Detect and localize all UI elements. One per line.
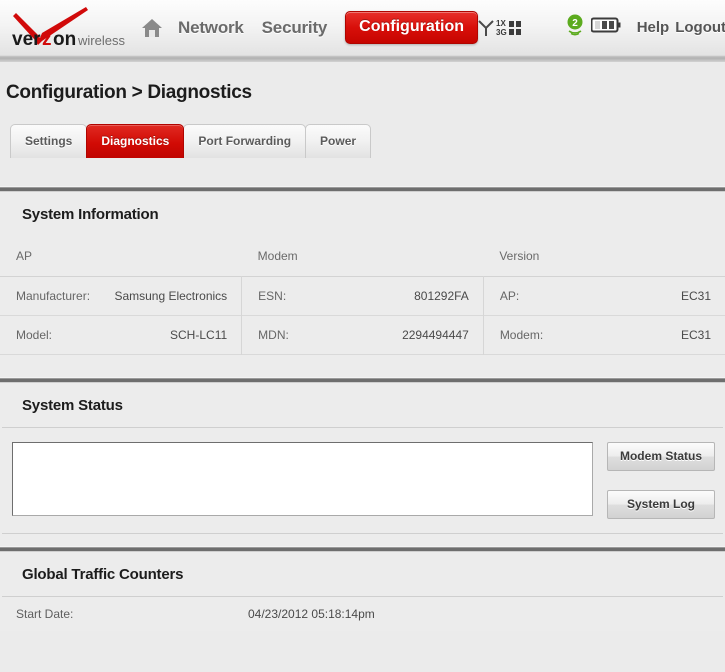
value-mdn: 2294494447 bbox=[402, 328, 469, 342]
global-traffic-counters-panel: Global Traffic Counters Start Date: 04/2… bbox=[0, 552, 725, 631]
column-header-modem: Modem bbox=[257, 249, 298, 263]
cell-ap-model: Model: SCH-LC11 bbox=[0, 315, 243, 355]
svg-text:ver: ver bbox=[12, 29, 41, 50]
value-model: SCH-LC11 bbox=[170, 328, 228, 342]
signal-strength-icon: 1X 3G bbox=[478, 19, 523, 37]
label-version-modem: Modem: bbox=[499, 328, 544, 342]
cell-version-ap: AP: EC31 bbox=[483, 277, 725, 316]
system-status-panel: System Status Modem Status System Log bbox=[0, 383, 725, 546]
logout-link[interactable]: Logout bbox=[675, 19, 725, 36]
battery-icon bbox=[590, 17, 621, 39]
value-version-ap: EC31 bbox=[680, 289, 711, 303]
nav-item-network[interactable]: Network bbox=[178, 18, 244, 38]
nav-item-security[interactable]: Security bbox=[262, 18, 328, 38]
value-version-modem: EC31 bbox=[680, 328, 711, 342]
nav-item-configuration[interactable]: Configuration bbox=[345, 11, 479, 44]
value-start-date: 04/23/2012 05:18:14pm bbox=[248, 607, 375, 621]
app-header: ver z on wireless Network Security Confi… bbox=[0, 0, 725, 55]
column-header-version: Version bbox=[499, 249, 540, 263]
label-mdn: MDN: bbox=[258, 328, 289, 342]
network-mode-labels: 1X 3G bbox=[496, 18, 507, 37]
page-header-area: Configuration > Diagnostics Settings Dia… bbox=[0, 62, 725, 186]
table-row: Manufacturer: Samsung Electronics ESN: 8… bbox=[0, 276, 725, 316]
system-information-table: AP Modem Version Manufacturer: Samsung E… bbox=[0, 236, 725, 355]
value-manufacturer: Samsung Electronics bbox=[114, 289, 228, 303]
cell-version-modem: Modem: EC31 bbox=[483, 316, 725, 355]
system-information-title: System Information bbox=[22, 206, 159, 223]
svg-text:z: z bbox=[42, 29, 52, 50]
main-navigation: Network Security Configuration bbox=[140, 11, 479, 44]
wifi-client-count: 2 bbox=[572, 18, 578, 29]
cell-modem-mdn: MDN: 2294494447 bbox=[241, 315, 484, 355]
label-esn: ESN: bbox=[258, 289, 287, 303]
column-header-ap: AP bbox=[16, 249, 33, 263]
tab-power[interactable]: Power bbox=[305, 124, 372, 158]
header-separator bbox=[0, 55, 725, 62]
global-traffic-counters-title: Global Traffic Counters bbox=[22, 566, 184, 583]
cell-modem-esn: ESN: 801292FA bbox=[241, 276, 484, 316]
tab-diagnostics[interactable]: Diagnostics bbox=[86, 124, 185, 158]
system-information-panel: System Information AP Modem Version Manu… bbox=[0, 192, 725, 377]
svg-text:wireless: wireless bbox=[77, 33, 125, 48]
breadcrumb: Configuration > Diagnostics bbox=[6, 82, 252, 103]
label-model: Model: bbox=[16, 328, 53, 342]
tab-settings[interactable]: Settings bbox=[10, 124, 88, 158]
verizon-wireless-logo: ver z on wireless bbox=[8, 5, 130, 51]
tab-bar: Settings Diagnostics Port Forwarding Pow… bbox=[6, 124, 725, 158]
table-header-row: AP Modem Version bbox=[0, 236, 725, 277]
value-esn: 801292FA bbox=[414, 289, 469, 303]
label-manufacturer: Manufacturer: bbox=[16, 289, 91, 303]
status-indicators: 1X 3G 2 Help Logout bbox=[478, 14, 725, 41]
modem-status-button[interactable]: Modem Status bbox=[607, 442, 715, 471]
label-version-ap: AP: bbox=[499, 289, 520, 303]
table-row: Model: SCH-LC11 MDN: 2294494447 Modem: E… bbox=[0, 315, 725, 355]
system-log-button[interactable]: System Log bbox=[607, 490, 715, 519]
system-status-title: System Status bbox=[22, 397, 123, 414]
tab-port-forwarding[interactable]: Port Forwarding bbox=[183, 124, 307, 158]
wifi-clients-icon: 2 bbox=[565, 14, 585, 41]
cell-ap-manufacturer: Manufacturer: Samsung Electronics bbox=[0, 276, 243, 316]
help-link[interactable]: Help bbox=[637, 19, 670, 36]
home-icon[interactable] bbox=[140, 16, 164, 40]
counter-row-start-date: Start Date: 04/23/2012 05:18:14pm bbox=[0, 597, 725, 631]
signal-bars-icon bbox=[508, 20, 521, 35]
system-status-log[interactable] bbox=[12, 442, 593, 516]
label-start-date: Start Date: bbox=[16, 607, 74, 621]
svg-text:on: on bbox=[53, 29, 76, 50]
